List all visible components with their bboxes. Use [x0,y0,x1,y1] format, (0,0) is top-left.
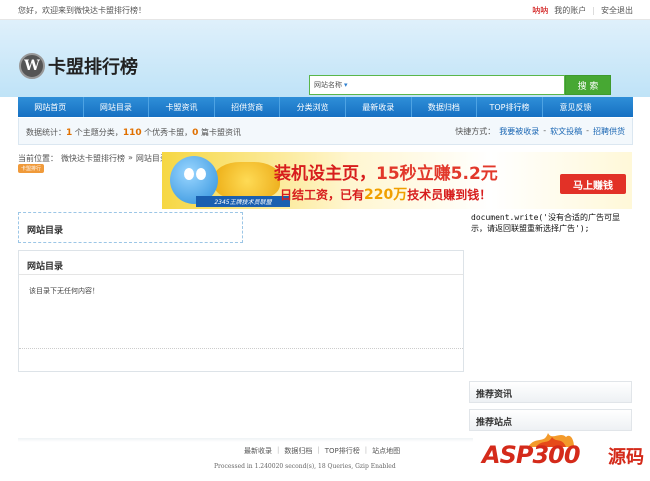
stats-text: 篇卡盟资讯 [198,128,241,137]
search-input[interactable] [359,75,565,95]
site-name: 卡盟排行榜 [48,57,138,78]
divider: | [364,446,368,454]
shortcut-links: 快捷方式： 我要被收录 - 软文投稿 - 招聘供货 [455,126,625,137]
stats-text: 个主题分类， [72,128,123,137]
submit-article-link[interactable]: 软文投稿 [550,126,582,137]
nav-top-ranking[interactable]: TOP排行榜 [477,97,543,117]
breadcrumb-tag: 卡盟排行 [18,164,45,173]
divider: - [586,126,589,135]
stats-text: 个优秀卡盟， [141,128,193,137]
my-account-link[interactable]: 我的账户 [554,5,586,16]
top-bar: 您好，欢迎来到微快达卡盟排行榜！ 呐呐 我的账户 | 安全退出 [0,0,650,20]
nav-feedback[interactable]: 意见反馈 [543,97,609,117]
divider: | [277,446,280,454]
ad-script-text: document.write('没有合适的广告可显示，请返回联盟重新选择广告')… [471,213,621,233]
nav-latest[interactable]: 最新收录 [346,97,412,117]
search-form: 网站名称 ▾ 搜 索 [309,75,611,95]
content-title: 网站目录 [27,262,64,272]
watermark-logo: ASP300 源码 [482,427,650,479]
footer-link-sitemap[interactable]: 站点地图 [372,446,400,456]
nav-categories[interactable]: 分类浏览 [280,97,346,117]
wordpress-icon: W [19,53,45,79]
nav-news[interactable]: 卡盟资讯 [149,97,215,117]
footer-link-top[interactable]: TOP排行榜 [325,446,360,456]
banner-strip: 2345王牌技术员联盟 [196,196,290,207]
main-nav: 网站首页 网站目录 卡盟资讯 招供货商 分类浏览 最新收录 数据归档 TOP排行… [18,97,633,117]
nav-suppliers[interactable]: 招供货商 [215,97,281,117]
banner-subline: 日结工资，已有220万技术员赚到钱！ [280,184,491,204]
recruit-supplier-link[interactable]: 招聘供货 [593,126,625,137]
divider: | [592,6,595,15]
box-title: 网站目录 [27,226,64,236]
banner-headline-b: 15秒立赚5.2元 [376,164,498,184]
nav-archive[interactable]: 数据归档 [412,97,478,117]
recommended-news-panel: 推荐资讯 [469,381,632,403]
gold-coins-image [214,162,280,200]
site-logo[interactable]: W 卡盟排行榜 [19,53,138,79]
breadcrumb-home[interactable]: 微快达卡盟排行榜 [61,153,125,164]
footer-links: 最新收录 | 数据归档 | TOP排行榜 | 站点地图 [244,446,400,456]
breadcrumb-separator: » [128,153,133,162]
divider [19,274,463,275]
mascot-eye [196,168,206,180]
footer-link-archive[interactable]: 数据归档 [284,446,312,456]
stats-label: 数据统计： [26,128,66,137]
banner-subline-c: 技术员赚到钱！ [407,188,492,202]
divider [19,348,463,349]
banner-headline: 装机设主页，15秒立赚5.2元 [274,159,498,184]
nav-home[interactable]: 网站首页 [18,97,84,117]
footer-link-latest[interactable]: 最新收录 [244,446,272,456]
divider: - [543,126,547,135]
watermark-asp: ASP300 [482,441,581,469]
processed-info: Processed in 1.240020 second(s), 18 Quer… [214,463,396,470]
directory-header-box: 网站目录 [18,212,243,243]
earn-now-button[interactable]: 马上赚钱 [560,174,626,194]
stats-summary: 数据统计：1 个主题分类，110 个优秀卡盟，0 篇卡盟资讯 [26,127,241,138]
directory-content-box: 网站目录 该目录下无任何内容！ [18,250,464,372]
footer-shade [18,438,473,442]
site-count: 110 [122,128,142,138]
mascot-eye [184,168,194,180]
breadcrumb: 当前位置： 微快达卡盟排行榜 » 网站目录 卡盟排行 [18,153,168,173]
submit-site-link[interactable]: 我要被收录 [499,126,539,137]
breadcrumb-label: 当前位置： [18,154,58,163]
banner-subline-number: 220万 [364,187,408,203]
stats-bar: 数据统计：1 个主题分类，110 个优秀卡盟，0 篇卡盟资讯 快捷方式： 我要被… [18,118,633,145]
logout-link[interactable]: 安全退出 [601,5,633,16]
empty-message: 该目录下无任何内容！ [29,287,99,295]
nav-directory[interactable]: 网站目录 [84,97,150,117]
ad-banner[interactable]: 2345王牌技术员联盟 装机设主页，15秒立赚5.2元 日结工资，已有220万技… [162,152,632,209]
site-header: W 卡盟排行榜 网站名称 ▾ 搜 索 [0,20,650,97]
username-link[interactable]: 呐呐 [532,5,548,16]
chevron-down-icon: ▾ [344,81,348,89]
panel-title: 推荐资讯 [476,390,513,400]
banner-headline-a: 装机设主页， [274,164,376,184]
search-type-value: 网站名称 [314,81,342,89]
divider: | [317,446,320,454]
banner-subline-a: 日结工资，已有 [280,188,365,202]
search-button[interactable]: 搜 索 [565,75,611,95]
welcome-text: 您好，欢迎来到微快达卡盟排行榜！ [18,6,146,15]
watermark-yuanma: 源码 [608,447,644,468]
shortcut-label: 快捷方式： [455,127,496,136]
user-links: 呐呐 我的账户 | 安全退出 [532,5,633,16]
search-type-select[interactable]: 网站名称 ▾ [309,75,359,95]
